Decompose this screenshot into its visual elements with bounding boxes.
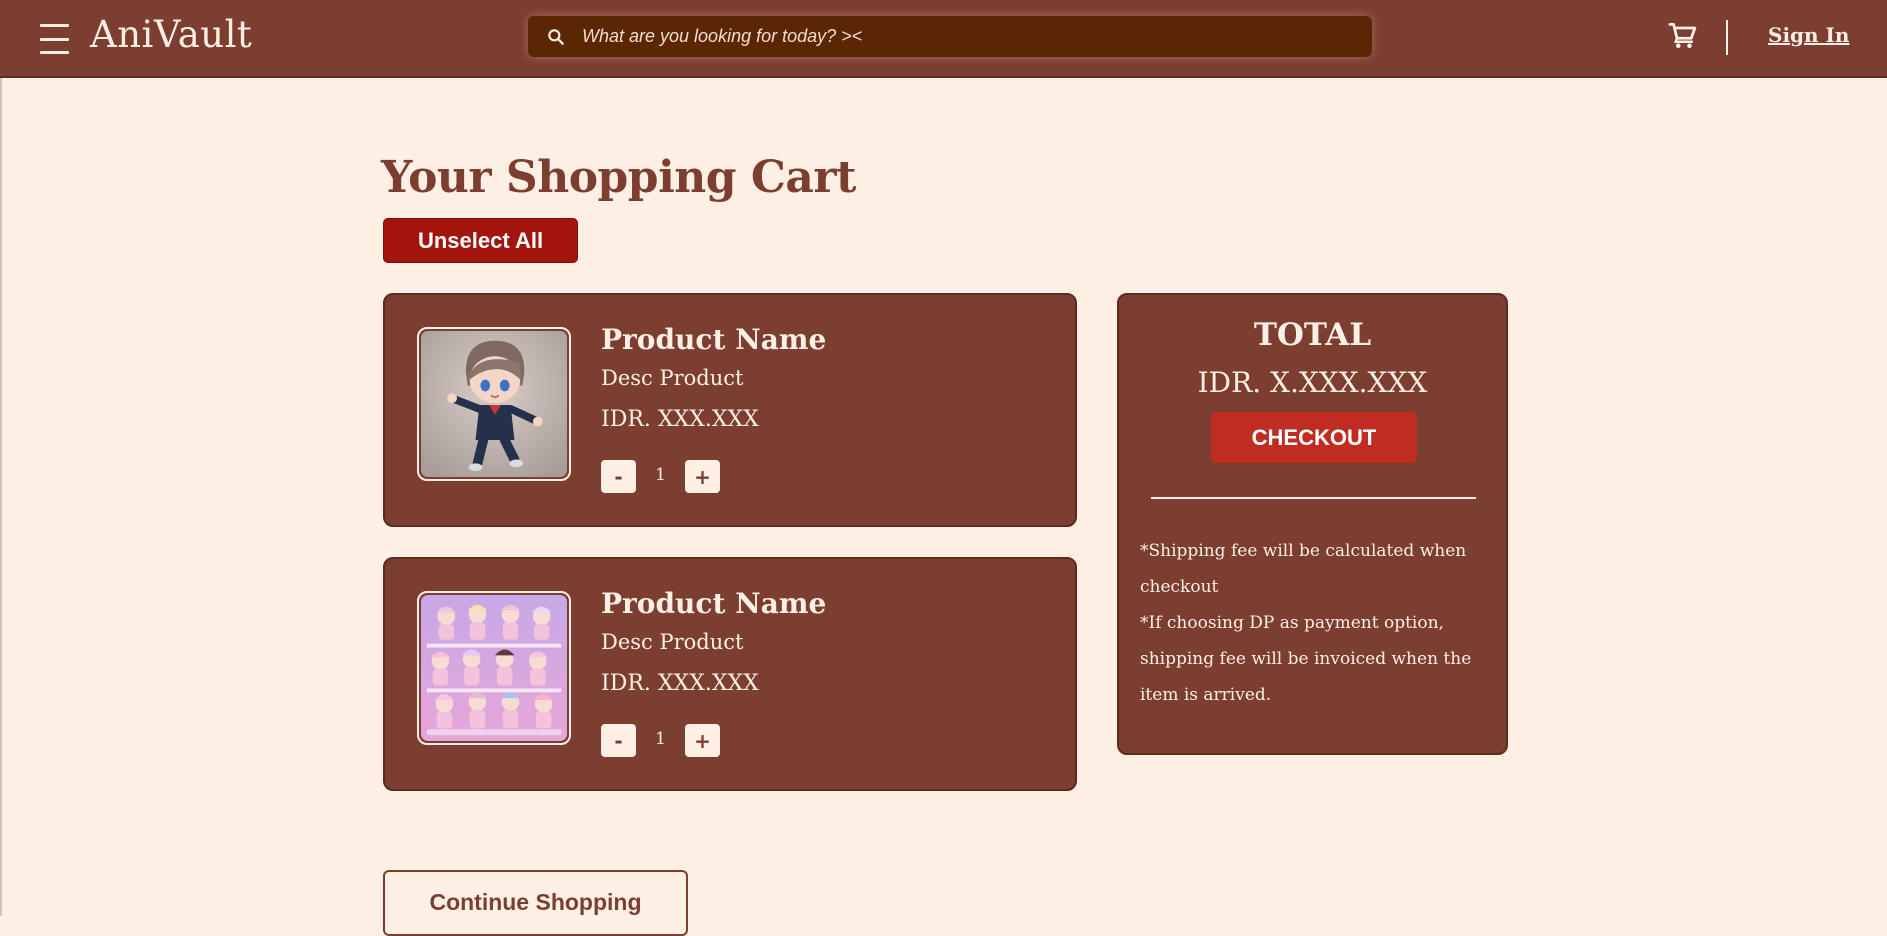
payment-note: *If choosing DP as payment option, shipp… — [1140, 613, 1472, 705]
cart-icon[interactable] — [1668, 20, 1698, 50]
quantity-value: 1 — [655, 729, 666, 749]
page-title: Your Shopping Cart — [381, 152, 856, 203]
product-image — [421, 595, 567, 741]
figure-image — [421, 331, 567, 477]
product-name[interactable]: Product Name — [601, 323, 826, 356]
summary-divider — [1151, 497, 1476, 499]
menu-bar — [40, 37, 69, 41]
menu-icon[interactable] — [40, 24, 70, 54]
increase-quantity-button[interactable]: + — [685, 724, 720, 757]
page-edge — [0, 78, 2, 916]
product-price: IDR. XXX.XXX — [601, 671, 759, 696]
product-name[interactable]: Product Name — [601, 587, 826, 620]
search-input[interactable] — [582, 16, 1342, 57]
product-description: Desc Product — [601, 366, 744, 390]
decrease-quantity-button[interactable]: - — [601, 724, 636, 757]
product-description: Desc Product — [601, 630, 744, 654]
figure-collection-image — [421, 595, 567, 741]
order-summary: TOTAL IDR. X.XXX.XXX CHECKOUT *Shipping … — [1117, 293, 1508, 755]
total-value: IDR. X.XXX.XXX — [1197, 366, 1428, 399]
product-image-frame[interactable] — [417, 327, 571, 481]
cart-item: Product Name Desc Product IDR. XXX.XXX -… — [383, 557, 1077, 791]
continue-shopping-button[interactable]: Continue Shopping — [383, 870, 688, 936]
top-navbar: AniVault Sign In — [0, 0, 1887, 78]
total-label: TOTAL — [1253, 317, 1372, 353]
search-icon[interactable] — [546, 27, 566, 47]
nav-divider — [1726, 20, 1728, 55]
shipping-note: *Shipping fee will be calculated when ch… — [1140, 541, 1467, 597]
increase-quantity-button[interactable]: + — [685, 460, 720, 493]
product-image — [421, 331, 567, 477]
site-logo[interactable]: AniVault — [90, 13, 252, 56]
checkout-button[interactable]: CHECKOUT — [1211, 412, 1417, 463]
product-price: IDR. XXX.XXX — [601, 407, 759, 432]
menu-bar — [40, 24, 69, 27]
product-image-frame[interactable] — [417, 591, 571, 745]
sign-in-link[interactable]: Sign In — [1768, 23, 1849, 47]
unselect-all-button[interactable]: Unselect All — [383, 218, 578, 263]
quantity-value: 1 — [655, 465, 666, 485]
decrease-quantity-button[interactable]: - — [601, 460, 636, 493]
shipping-notes: *Shipping fee will be calculated when ch… — [1140, 533, 1495, 713]
menu-bar — [40, 51, 69, 54]
search-bar — [528, 16, 1372, 57]
cart-item: Product Name Desc Product IDR. XXX.XXX -… — [383, 293, 1077, 527]
